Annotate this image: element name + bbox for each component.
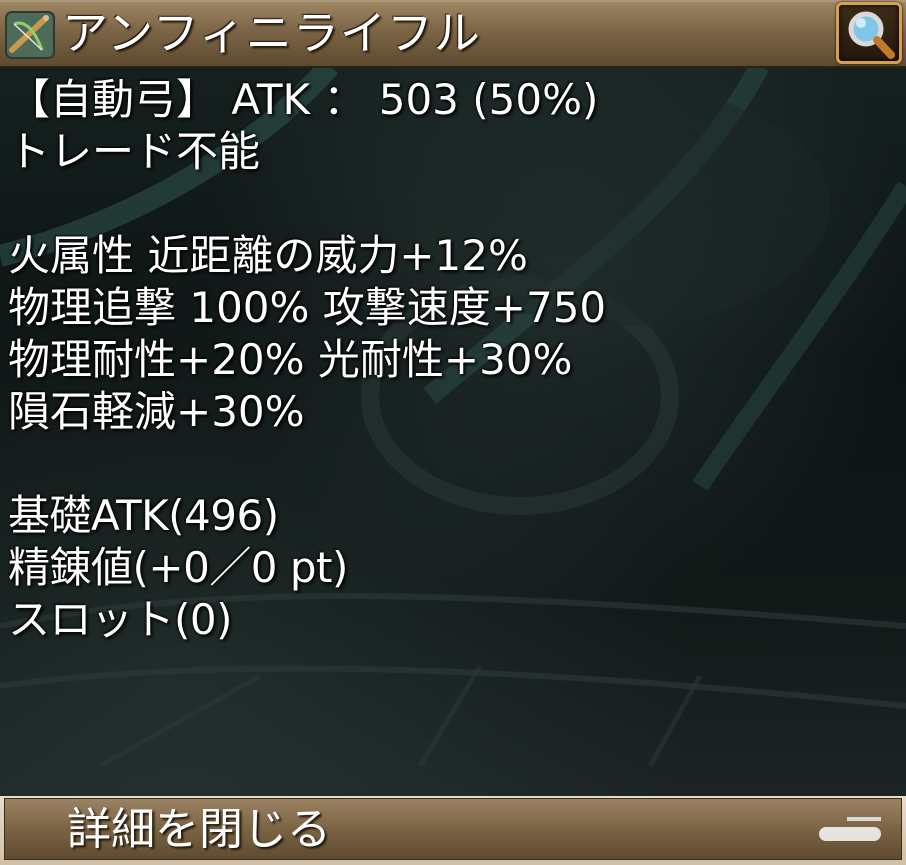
effect-line: 火属性 近距離の威力+12% [8, 231, 528, 280]
slot-count: スロット(0) [8, 595, 233, 644]
trade-restriction: トレード不能 [8, 127, 261, 176]
item-details: 【自動弓】 ATK ： 503 (50%) トレード不能 火属性 近距離の威力+… [8, 74, 888, 646]
scroll-handle[interactable] [819, 827, 881, 841]
item-title-bar: アンフィニライフル [0, 0, 906, 68]
refine-value: 精錬値(+0／0 pt) [8, 543, 348, 592]
close-details-label: 詳細を閉じる [67, 804, 331, 855]
item-name: アンフィニライフル [62, 6, 481, 60]
search-button[interactable] [836, 2, 902, 64]
weapon-type-atk: 【自動弓】 ATK ： 503 (50%) [8, 75, 599, 124]
effect-line: 物理耐性+20% 光耐性+30% [8, 335, 573, 384]
base-atk: 基礎ATK(496) [8, 491, 279, 540]
footer-bar: 詳細を閉じる [0, 796, 906, 865]
scroll-indicator-mark [847, 817, 881, 821]
crossbow-icon [4, 10, 56, 60]
effect-line: 物理追撃 100% 攻撃速度+750 [8, 283, 607, 332]
close-details-button[interactable]: 詳細を閉じる [4, 798, 902, 860]
effect-line: 隕石軽減+30% [8, 387, 305, 436]
